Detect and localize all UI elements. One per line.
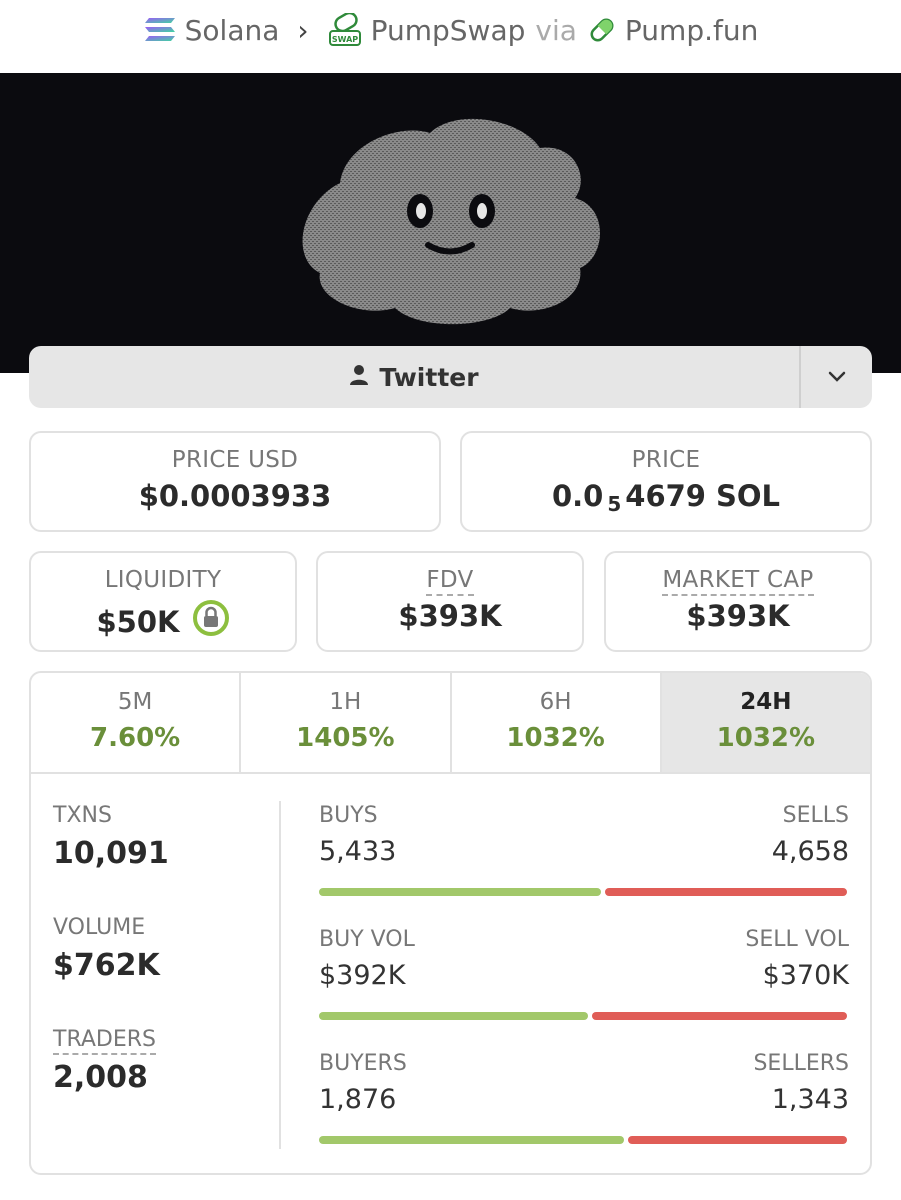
- tab-5m[interactable]: 5M 7.60%: [31, 673, 242, 772]
- chevron-right-icon: ›: [297, 13, 309, 47]
- liquidity-value-row: $50K: [31, 599, 295, 644]
- breadcrumb-dex[interactable]: SWAP PumpSwap: [327, 13, 526, 47]
- pumpswap-icon: SWAP: [327, 13, 363, 47]
- makers-row: BUYERS SELLERS 1,876 1,343: [319, 1051, 849, 1173]
- buy-vol-label: BUY VOL: [319, 927, 415, 952]
- makers-ratio-bar: [319, 1136, 847, 1144]
- price-native-digits: 4679: [625, 479, 706, 513]
- tab-label: 5M: [117, 689, 153, 715]
- dex-name: PumpSwap: [370, 13, 526, 47]
- price-native-zero-count: 5: [607, 492, 622, 516]
- price-native-label: PRICE: [631, 447, 701, 473]
- volume-ratio-bar: [319, 1012, 847, 1020]
- pill-icon: [587, 15, 617, 45]
- price-native-unit: SOL: [715, 479, 781, 513]
- sells-label: SELLS: [782, 803, 849, 828]
- tab-label: 24H: [740, 689, 792, 715]
- volume-row: BUY VOL SELL VOL $392K $370K: [319, 927, 849, 1051]
- fdv-label[interactable]: FDV: [426, 567, 474, 596]
- sell-bar: [628, 1136, 847, 1144]
- buy-vol-value: $392K: [319, 960, 406, 991]
- sell-vol-label: SELL VOL: [745, 927, 849, 952]
- price-native-value: 0.0 5 4679 SOL: [462, 479, 870, 516]
- cloud-mascot-image: [302, 118, 600, 325]
- buy-bar: [319, 1136, 624, 1144]
- buys-sells-row: BUYS SELLS 5,433 4,658: [319, 803, 849, 927]
- market-cap-card: MARKET CAP $393K: [604, 551, 872, 652]
- txns-metric: TXNS 10,091: [53, 803, 169, 871]
- tab-change: 7.60%: [90, 723, 181, 753]
- txns-value: 10,091: [53, 836, 169, 871]
- price-usd-value: $0.0003933: [138, 479, 332, 513]
- traders-label[interactable]: TRADERS: [53, 1027, 156, 1055]
- sells-value: 4,658: [771, 836, 849, 867]
- launchpad-name: Pump.fun: [624, 13, 759, 47]
- sell-bar: [592, 1012, 847, 1020]
- price-native-prefix: 0.0: [551, 479, 604, 513]
- traders-metric: TRADERS 2,008: [53, 1027, 169, 1095]
- liquidity-value: $50K: [96, 604, 180, 639]
- chevron-down-icon: [828, 368, 846, 387]
- volume-value: $762K: [53, 948, 160, 983]
- market-cap-label[interactable]: MARKET CAP: [662, 567, 814, 596]
- lock-icon[interactable]: [192, 599, 230, 644]
- breadcrumb-launchpad[interactable]: Pump.fun: [587, 14, 758, 47]
- tab-change: 1405%: [296, 723, 395, 753]
- chain-name: Solana: [184, 13, 280, 47]
- buyers-label: BUYERS: [319, 1051, 407, 1076]
- txns-label: TXNS: [53, 803, 112, 828]
- via-text: via: [535, 13, 577, 47]
- totals-column: TXNS 10,091 VOLUME $762K TRADERS 2,008: [53, 803, 169, 1139]
- sell-vol-value: $370K: [762, 960, 849, 991]
- column-divider: [279, 801, 281, 1149]
- liquidity-card: LIQUIDITY $50K: [29, 551, 297, 652]
- buys-value: 5,433: [319, 836, 397, 867]
- person-icon: [349, 363, 369, 392]
- price-usd-label: PRICE USD: [171, 447, 299, 473]
- breadcrumb: Solana › SWAP PumpSwap via Pump.fun: [0, 0, 901, 60]
- tab-change: 1032%: [506, 723, 605, 753]
- solana-icon: [143, 16, 177, 44]
- token-banner: [0, 73, 901, 373]
- traders-value: 2,008: [53, 1060, 148, 1095]
- breadcrumb-chain[interactable]: Solana: [143, 13, 280, 47]
- svg-text:SWAP: SWAP: [331, 35, 357, 44]
- volume-label: VOLUME: [53, 915, 146, 940]
- sell-bar: [605, 888, 847, 896]
- tab-label: 6H: [539, 689, 572, 715]
- twitter-button[interactable]: Twitter: [29, 346, 799, 408]
- txns-ratio-bar: [319, 888, 847, 896]
- price-usd-card: PRICE USD $0.0003933: [29, 431, 441, 532]
- tab-change: 1032%: [716, 723, 816, 753]
- trade-stats-panel: 5M 7.60% 1H 1405% 6H 1032% 24H 1032% TXN…: [29, 671, 872, 1175]
- buyers-value: 1,876: [319, 1084, 397, 1115]
- twitter-label: Twitter: [379, 362, 479, 392]
- tab-24h[interactable]: 24H 1032%: [661, 673, 870, 772]
- price-native-card: PRICE 0.0 5 4679 SOL: [460, 431, 872, 532]
- buy-bar: [319, 888, 601, 896]
- tab-6h[interactable]: 6H 1032%: [452, 673, 662, 772]
- market-cap-value: $393K: [686, 599, 790, 633]
- buys-label: BUYS: [319, 803, 378, 828]
- buy-bar: [319, 1012, 588, 1020]
- fdv-value: $393K: [398, 599, 502, 633]
- sellers-label: SELLERS: [753, 1051, 849, 1076]
- socials-bar: Twitter: [29, 346, 872, 408]
- tab-label: 1H: [329, 689, 362, 715]
- fdv-card: FDV $393K: [316, 551, 584, 652]
- tab-1h[interactable]: 1H 1405%: [241, 673, 452, 772]
- socials-dropdown-button[interactable]: [799, 346, 872, 408]
- liquidity-label: LIQUIDITY: [104, 567, 222, 593]
- breakdown-column: BUYS SELLS 5,433 4,658 BUY VOL SELL VOL …: [319, 803, 849, 1173]
- volume-metric: VOLUME $762K: [53, 915, 169, 983]
- sellers-value: 1,343: [771, 1084, 849, 1115]
- timeframe-tabs: 5M 7.60% 1H 1405% 6H 1032% 24H 1032%: [31, 673, 870, 774]
